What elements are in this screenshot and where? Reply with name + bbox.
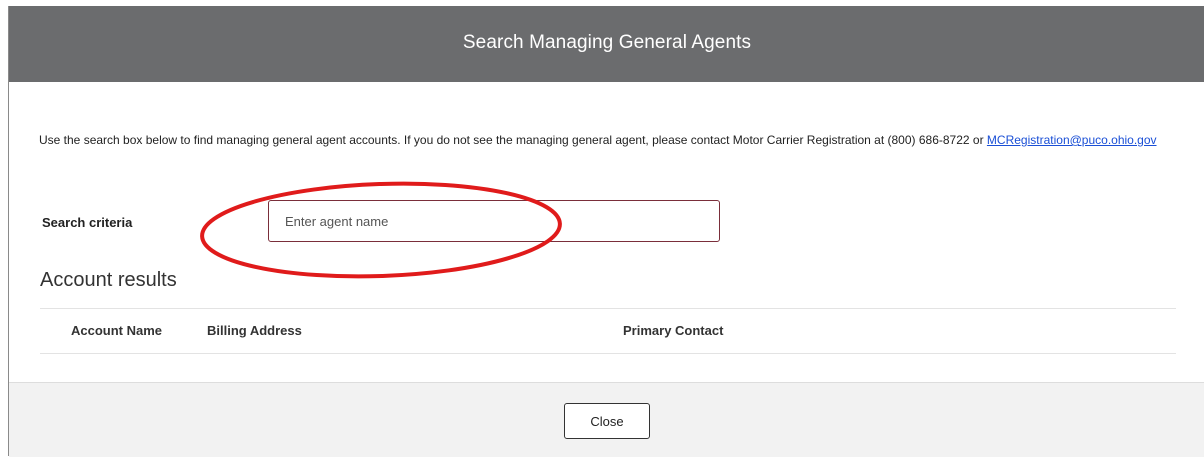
search-criteria-label: Search criteria [42, 215, 133, 230]
close-button[interactable]: Close [564, 403, 650, 439]
modal-title: Search Managing General Agents [462, 32, 752, 53]
intro-text-body: Use the search box below to find managin… [39, 133, 987, 147]
column-header-billing-address: Billing Address [207, 323, 302, 338]
account-results-title: Account results [40, 269, 177, 291]
modal-header: Search Managing General Agents [9, 6, 1204, 82]
intro-text: Use the search box below to find managin… [39, 130, 1169, 150]
modal-footer: Close [9, 382, 1204, 457]
column-header-account-name: Account Name [71, 323, 163, 338]
column-header-primary-contact: Primary Contact [623, 323, 724, 338]
results-table-header: Account Name Billing Address Primary Con… [40, 308, 1176, 354]
search-agents-modal: Search Managing General Agents Use the s… [8, 6, 1204, 457]
email-link[interactable]: MCRegistration@puco.ohio.gov [987, 133, 1157, 147]
search-input[interactable] [268, 200, 720, 242]
